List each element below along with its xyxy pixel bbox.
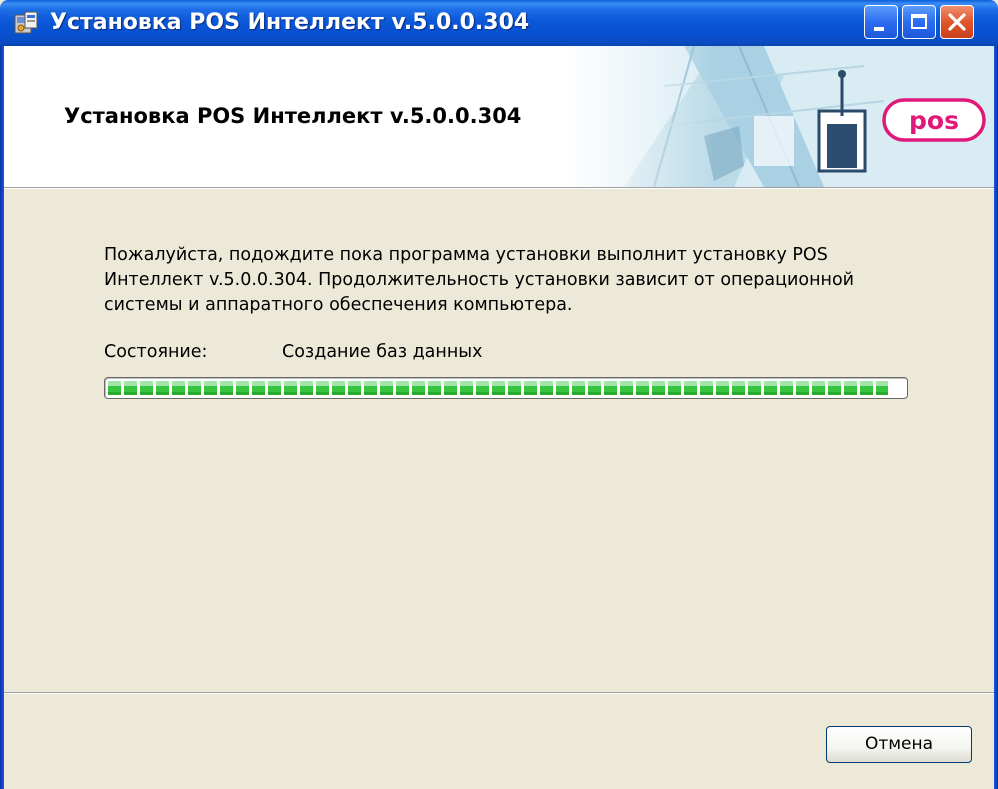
banner-title: Установка POS Интеллект v.5.0.0.304 xyxy=(64,104,522,128)
install-description: Пожалуйста, подождите пока программа уст… xyxy=(104,245,855,315)
installer-icon xyxy=(14,11,38,34)
window-frame-right xyxy=(994,46,998,789)
footer-divider-highlight xyxy=(4,693,994,694)
pos-logo-text: pos xyxy=(909,106,959,135)
status-label: Состояние: xyxy=(104,342,208,362)
minimize-button[interactable] xyxy=(864,5,898,39)
banner-illustration: pos xyxy=(564,46,994,187)
title-bar[interactable]: Установка POS Интеллект v.5.0.0.304 xyxy=(0,0,998,46)
banner-divider-highlight xyxy=(4,188,994,189)
install-progress-bar xyxy=(104,377,908,399)
close-icon xyxy=(948,13,966,31)
maximize-button[interactable] xyxy=(902,5,936,39)
window-title: Установка POS Интеллект v.5.0.0.304 xyxy=(50,10,530,35)
progress-fill xyxy=(108,381,888,395)
status-value: Создание баз данных xyxy=(282,342,483,362)
cancel-button[interactable]: Отмена xyxy=(826,726,972,763)
installer-window: Установка POS Интеллект v.5.0.0.304 Уста… xyxy=(0,0,998,789)
header-banner: Установка POS Интеллект v.5.0.0.304 pos xyxy=(4,46,994,187)
close-button[interactable] xyxy=(940,5,974,39)
